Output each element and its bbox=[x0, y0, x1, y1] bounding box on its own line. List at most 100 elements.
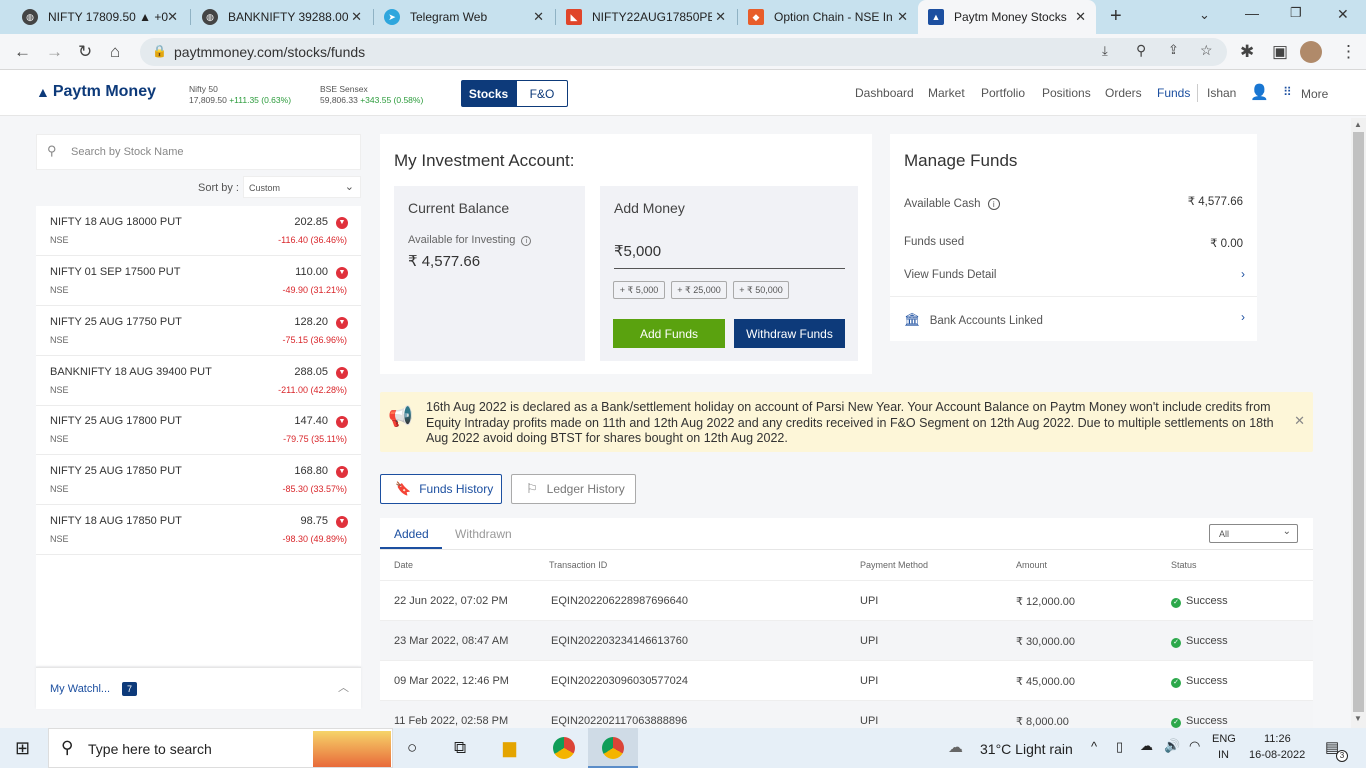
nav-portfolio[interactable]: Portfolio bbox=[981, 86, 1025, 100]
view-funds-detail-link[interactable]: View Funds Detail bbox=[904, 269, 1244, 281]
clock-time[interactable]: 11:26 bbox=[1264, 733, 1291, 745]
install-icon[interactable]: ⤓ bbox=[1102, 43, 1108, 59]
sort-dropdown[interactable]: Custom ⌄ bbox=[243, 176, 361, 198]
back-icon[interactable]: ← bbox=[14, 42, 31, 62]
url-bar[interactable]: 🔒 paytmmoney.com/stocks/funds ⤓ ⚲ ⇪ ☆ bbox=[140, 38, 1227, 66]
exchange: NSE bbox=[50, 484, 69, 494]
forward-icon[interactable]: → bbox=[46, 42, 63, 62]
list-item[interactable]: NIFTY 18 AUG 18000 PUT NSE 202.85 ▼ -116… bbox=[36, 206, 361, 256]
close-icon[interactable]: ✕ bbox=[1075, 9, 1086, 25]
taskbar-search-box[interactable]: ⚲ Type here to search bbox=[48, 728, 393, 768]
scrollbar-thumb[interactable] bbox=[1353, 132, 1364, 712]
instrument-name: NIFTY 25 AUG 17750 PUT bbox=[50, 316, 182, 328]
window-close-icon[interactable]: ✕ bbox=[1337, 6, 1349, 23]
cortana-icon[interactable]: ○ bbox=[407, 738, 417, 758]
stocks-toggle[interactable]: Stocks bbox=[461, 80, 516, 107]
withdraw-funds-button[interactable]: Withdraw Funds bbox=[734, 319, 845, 348]
tab-search-icon[interactable]: ⌄ bbox=[1199, 7, 1210, 23]
scroll-down-icon[interactable]: ▼ bbox=[1354, 714, 1362, 723]
info-icon[interactable]: i bbox=[987, 198, 1000, 210]
exchange: NSE bbox=[50, 235, 69, 245]
nav-positions[interactable]: Positions bbox=[1042, 86, 1091, 100]
weather-text[interactable]: 31°C Light rain bbox=[980, 741, 1073, 757]
windows-start-icon[interactable]: ⊞ bbox=[15, 738, 30, 759]
restore-icon[interactable]: ❐ bbox=[1290, 5, 1302, 21]
close-icon[interactable]: ✕ bbox=[351, 9, 362, 25]
list-item[interactable]: NIFTY 01 SEP 17500 PUT NSE 110.00 ▼ -49.… bbox=[36, 256, 361, 306]
close-icon[interactable]: ✕ bbox=[533, 9, 544, 25]
profile-avatar[interactable] bbox=[1300, 41, 1322, 63]
region-code[interactable]: IN bbox=[1218, 749, 1229, 761]
tab-telegram[interactable]: ➤ Telegram Web ✕ bbox=[374, 0, 554, 34]
clock-date[interactable]: 16-08-2022 bbox=[1249, 749, 1305, 761]
ledger-history-button[interactable]: ⚐ Ledger History bbox=[511, 474, 636, 504]
side-panel-icon[interactable]: ▣ bbox=[1272, 42, 1288, 62]
add-funds-button[interactable]: Add Funds bbox=[613, 319, 725, 348]
tab-added[interactable]: Added bbox=[394, 527, 429, 541]
list-item[interactable]: NIFTY 18 AUG 17850 PUT NSE 98.75 ▼ -98.3… bbox=[36, 505, 361, 555]
list-item[interactable]: BANKNIFTY 18 AUG 39400 PUT NSE 288.05 ▼ … bbox=[36, 356, 361, 406]
close-icon[interactable]: ✕ bbox=[715, 9, 726, 25]
wifi-icon[interactable]: ◠ bbox=[1189, 738, 1200, 754]
volume-icon[interactable]: 🔊 bbox=[1164, 738, 1180, 754]
chip-50000[interactable]: + ₹ 50,000 bbox=[733, 281, 789, 299]
chrome-profile-icon bbox=[602, 737, 624, 759]
filter-value: All bbox=[1219, 529, 1230, 539]
close-icon[interactable]: ✕ bbox=[167, 9, 178, 25]
onedrive-icon[interactable]: ☁ bbox=[1140, 738, 1153, 754]
logo-text: Paytm Money bbox=[52, 83, 156, 100]
close-icon[interactable]: ✕ bbox=[1294, 413, 1305, 429]
bookmark-star-icon[interactable]: ☆ bbox=[1200, 42, 1213, 59]
stock-search-box[interactable]: ⚲ Search by Stock Name bbox=[36, 134, 361, 170]
tab-option-symbol[interactable]: ◣ NIFTY22AUG17850PE ✕ bbox=[556, 0, 736, 34]
list-item[interactable]: NIFTY 25 AUG 17800 PUT NSE 147.40 ▼ -79.… bbox=[36, 405, 361, 455]
grid-icon[interactable]: ⠿ bbox=[1283, 85, 1292, 99]
paytm-logo[interactable]: ▲ Paytm Money bbox=[36, 83, 156, 101]
more-menu[interactable]: More bbox=[1301, 87, 1328, 101]
scroll-up-icon[interactable]: ▲ bbox=[1354, 120, 1362, 129]
bank-accounts-linked-link[interactable]: 🏛 Bank Accounts Linked bbox=[904, 312, 1043, 328]
tab-paytm-money[interactable]: ▲ Paytm Money Stocks ✕ bbox=[918, 0, 1096, 34]
language-code[interactable]: ENG bbox=[1212, 733, 1236, 745]
funds-history-button[interactable]: 🔖 Funds History bbox=[380, 474, 502, 504]
tab-banknifty[interactable]: ◍ BANKNIFTY 39288.00 ✕ bbox=[192, 0, 372, 34]
fno-toggle[interactable]: F&O bbox=[516, 80, 568, 107]
close-icon[interactable]: ✕ bbox=[897, 9, 908, 25]
new-tab-icon[interactable]: + bbox=[1110, 5, 1122, 28]
home-icon[interactable]: ⌂ bbox=[110, 42, 120, 62]
reload-icon[interactable]: ↻ bbox=[78, 42, 92, 62]
nav-funds[interactable]: Funds bbox=[1157, 86, 1190, 100]
nav-dashboard[interactable]: Dashboard bbox=[855, 86, 914, 100]
extensions-icon[interactable]: ✱ bbox=[1240, 42, 1254, 62]
chevron-up-icon[interactable]: ^ bbox=[1091, 739, 1097, 754]
tab-withdrawn[interactable]: Withdrawn bbox=[455, 527, 512, 541]
list-item[interactable]: NIFTY 25 AUG 17750 PUT NSE 128.20 ▼ -75.… bbox=[36, 306, 361, 356]
nav-market[interactable]: Market bbox=[928, 86, 965, 100]
chrome-active-taskbar[interactable] bbox=[588, 728, 638, 768]
amount-input[interactable]: ₹5,000 bbox=[614, 242, 845, 269]
col-status: Status bbox=[1171, 560, 1197, 570]
watchlist-selector[interactable]: My Watchl... 7 ︿ bbox=[36, 667, 361, 709]
tab-nse-option-chain[interactable]: ◆ Option Chain - NSE In ✕ bbox=[738, 0, 918, 34]
chip-5000[interactable]: + ₹ 5,000 bbox=[613, 281, 665, 299]
info-icon[interactable]: i bbox=[521, 236, 532, 246]
tab-nifty[interactable]: ◍ NIFTY 17809.50 ▲ +0. ✕ bbox=[12, 0, 188, 34]
menu-kebab-icon[interactable]: ⋮ bbox=[1340, 42, 1357, 62]
filter-dropdown[interactable]: All ⌄ bbox=[1209, 524, 1298, 543]
list-item[interactable]: NIFTY 25 AUG 17850 PUT NSE 168.80 ▼ -85.… bbox=[36, 455, 361, 505]
task-view-icon[interactable]: ⧉ bbox=[454, 738, 466, 758]
user-name[interactable]: Ishan bbox=[1207, 86, 1236, 100]
share-icon[interactable]: ⇪ bbox=[1168, 42, 1179, 58]
chrome-icon[interactable] bbox=[553, 737, 575, 759]
chevron-right-icon[interactable]: › bbox=[1241, 267, 1245, 281]
search-highlight-image[interactable] bbox=[313, 731, 391, 767]
device-icon[interactable]: ▯ bbox=[1116, 739, 1123, 755]
chip-25000[interactable]: + ₹ 25,000 bbox=[671, 281, 727, 299]
chevron-right-icon[interactable]: › bbox=[1241, 310, 1245, 324]
page-scrollbar[interactable]: ▲ ▼ bbox=[1351, 118, 1366, 728]
nav-orders[interactable]: Orders bbox=[1105, 86, 1142, 100]
zoom-icon[interactable]: ⚲ bbox=[1136, 42, 1146, 59]
minimize-icon[interactable]: — bbox=[1245, 5, 1259, 21]
file-explorer-icon[interactable]: ▆ bbox=[503, 738, 516, 758]
user-icon[interactable]: 👤 bbox=[1250, 83, 1269, 101]
